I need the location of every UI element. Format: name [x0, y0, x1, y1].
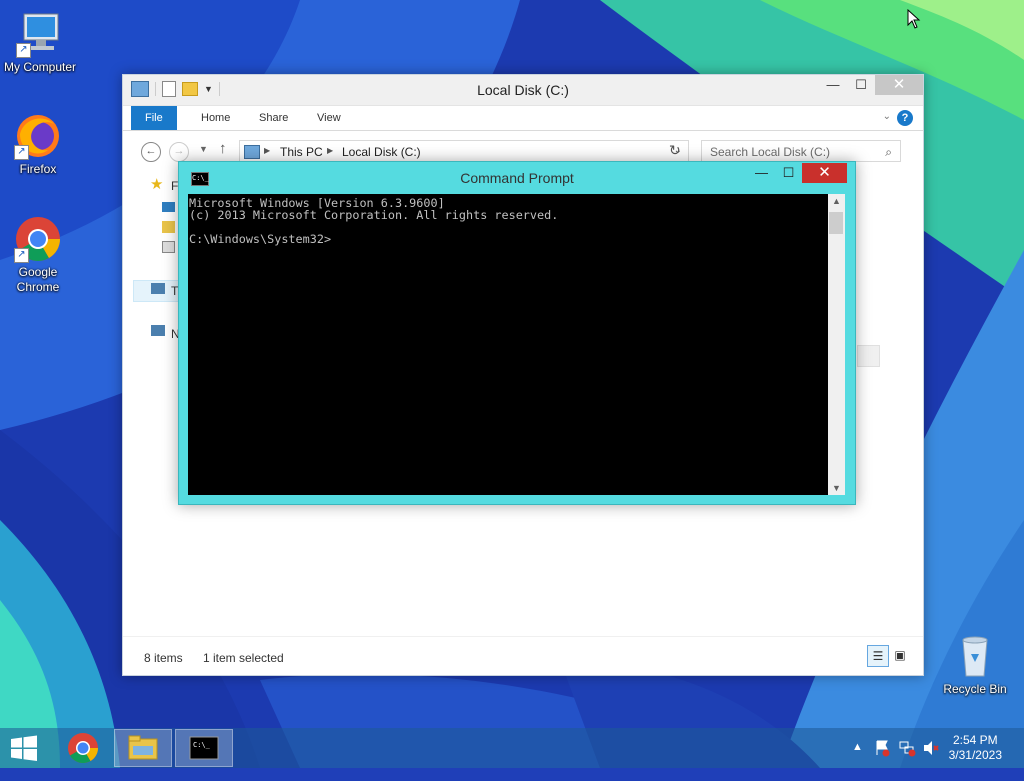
details-view-button[interactable]: ☰: [867, 645, 889, 667]
forward-button[interactable]: →: [169, 142, 189, 162]
close-button[interactable]: ✕: [802, 163, 847, 183]
search-placeholder: Search Local Disk (C:): [710, 145, 831, 159]
clock-date: 3/31/2023: [948, 748, 1002, 762]
scroll-down-arrow-icon[interactable]: ▼: [828, 483, 845, 493]
breadcrumb-this-pc[interactable]: This PC: [280, 145, 323, 159]
taskbar-command-prompt[interactable]: C:\_: [175, 729, 233, 767]
folder-icon: [128, 735, 158, 760]
cmd-icon: C:\_: [189, 736, 219, 760]
scroll-up-arrow-icon[interactable]: ▲: [828, 196, 845, 206]
clock-time: 2:54 PM: [952, 733, 998, 747]
desktop-icon-google-chrome[interactable]: ↗ Google Chrome: [0, 215, 78, 295]
tab-share[interactable]: Share: [245, 106, 302, 130]
breadcrumb-local-disk[interactable]: Local Disk (C:): [342, 145, 421, 159]
selection-count: 1 item selected: [203, 651, 284, 665]
refresh-icon[interactable]: ↻: [669, 142, 681, 159]
taskbar-chrome[interactable]: [54, 729, 112, 767]
console-output[interactable]: Microsoft Windows [Version 6.3.9600] (c)…: [188, 194, 828, 495]
item-count: 8 items: [144, 651, 183, 665]
windows-logo-icon: [11, 735, 37, 761]
desktop-folder-icon[interactable]: [162, 202, 175, 212]
recent-places-icon[interactable]: [162, 241, 175, 253]
this-pc-icon: [244, 145, 260, 159]
taskbar-file-explorer[interactable]: [114, 729, 172, 767]
desktop-icon-label: Recycle Bin: [943, 682, 1007, 696]
shortcut-arrow-icon: ↗: [14, 145, 29, 160]
search-icon: ⌕: [885, 145, 892, 159]
recent-locations-icon[interactable]: ▼: [199, 144, 208, 154]
volume-muted-icon[interactable]: [922, 739, 940, 779]
desktop-icon-firefox[interactable]: ↗ Firefox: [0, 112, 78, 177]
shortcut-arrow-icon: ↗: [14, 248, 29, 263]
console-line: (c) 2013 Microsoft Corporation. All righ…: [189, 208, 559, 222]
scrollbar-thumb[interactable]: [829, 212, 843, 234]
tab-file[interactable]: File: [131, 106, 177, 130]
large-icons-view-button[interactable]: ▣: [891, 646, 909, 664]
recycle-bin-icon: [951, 632, 999, 680]
breadcrumb-separator-icon: ▶: [264, 146, 271, 155]
svg-text:C:\_: C:\_: [193, 741, 211, 749]
downloads-folder-icon[interactable]: [162, 221, 175, 233]
computer-icon: ↗: [16, 10, 64, 58]
search-input[interactable]: Search Local Disk (C:) ⌕: [701, 140, 901, 162]
firefox-icon: ↗: [14, 112, 62, 160]
help-icon[interactable]: ?: [897, 110, 913, 126]
desktop-icon-label: My Computer: [3, 60, 77, 74]
system-clock[interactable]: 2:54 PM 3/31/2023: [949, 733, 1002, 763]
desktop-icon-recycle-bin[interactable]: Recycle Bin: [935, 632, 1015, 697]
tab-view[interactable]: View: [303, 106, 355, 130]
ribbon-tabs: File Home Share View ⌄ ?: [123, 106, 923, 131]
close-button[interactable]: ✕: [875, 75, 923, 95]
breadcrumb-separator-icon: ▶: [327, 146, 334, 155]
maximize-button[interactable]: ☐: [775, 163, 802, 183]
minimize-button[interactable]: —: [819, 75, 847, 95]
favorites-star-icon[interactable]: ★: [150, 175, 163, 193]
taskbar: C:\_ ▲ 2:54 PM 3/31/2023: [0, 728, 1024, 768]
window-controls: — ☐ ✕: [819, 75, 923, 95]
network-icon[interactable]: [151, 325, 165, 336]
minimize-button[interactable]: —: [748, 163, 775, 183]
maximize-button[interactable]: ☐: [847, 75, 875, 95]
window-controls: — ☐ ✕: [748, 163, 847, 183]
network-icon[interactable]: [898, 739, 916, 779]
shortcut-arrow-icon: ↗: [16, 43, 31, 58]
start-button[interactable]: [0, 729, 48, 767]
desktop-icon-label: Firefox: [19, 162, 57, 176]
back-button[interactable]: ←: [141, 142, 161, 162]
chrome-icon: [68, 733, 98, 764]
command-prompt-window[interactable]: C:\_ Command Prompt — ☐ ✕ Microsoft Wind…: [178, 161, 856, 505]
chrome-icon: ↗: [14, 215, 62, 263]
show-hidden-icons-button[interactable]: ▲: [852, 741, 863, 781]
console-scrollbar[interactable]: ▲ ▼: [828, 194, 845, 495]
content-scroll-remnant: [857, 345, 880, 367]
this-pc-icon: [151, 283, 165, 294]
desktop-icon-label: Google Chrome: [16, 265, 60, 294]
desktop-icon-my-computer[interactable]: ↗ My Computer: [0, 10, 80, 75]
explorer-titlebar[interactable]: ▼ Local Disk (C:) — ☐ ✕: [123, 75, 923, 106]
expand-ribbon-icon[interactable]: ⌄: [883, 111, 891, 122]
action-center-flag-icon[interactable]: [874, 739, 890, 757]
mouse-cursor-icon: [907, 9, 921, 29]
tab-home[interactable]: Home: [187, 106, 244, 130]
console-prompt: C:\Windows\System32>: [189, 232, 332, 246]
up-button[interactable]: ↑: [219, 140, 227, 157]
status-bar: 8 items 1 item selected ☰ ▣: [123, 636, 923, 675]
window-title: Local Disk (C:): [477, 82, 569, 98]
